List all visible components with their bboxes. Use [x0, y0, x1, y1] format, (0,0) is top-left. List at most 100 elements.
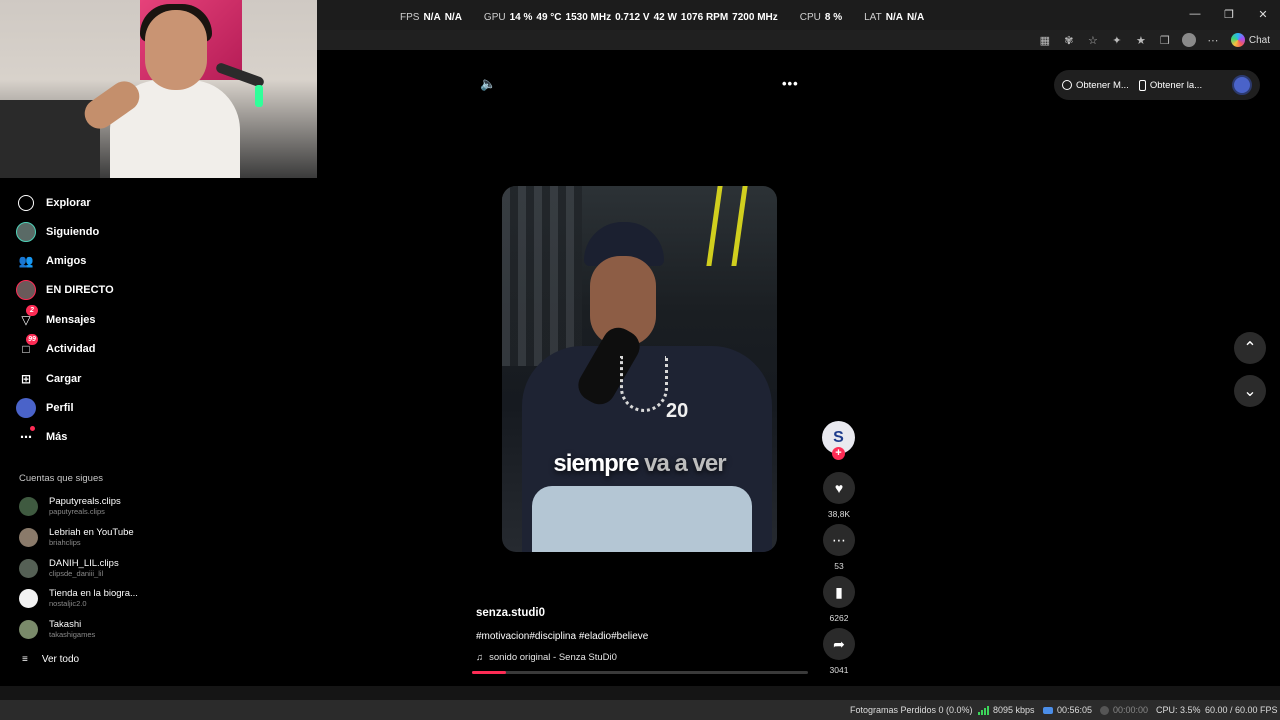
sidebar-item-label: Explorar	[46, 197, 91, 209]
account-handle: nostaljic2.0	[49, 599, 87, 608]
list-icon: ≡	[22, 654, 28, 665]
caption-main: siempre	[553, 450, 639, 477]
friends-icon: 👥	[18, 254, 34, 268]
record-time-value: 00:00:00	[1113, 705, 1149, 715]
gpu-mem-clock: 7200 MHz	[732, 12, 778, 23]
like-action: ♥ 38,8K	[822, 472, 856, 519]
sidebar-item-label: Cargar	[46, 373, 82, 385]
account-name: Takashi	[49, 619, 82, 630]
sidebar-item-explore[interactable]: Explorar	[16, 192, 91, 214]
bitrate-status: 8095 kbps	[978, 705, 1035, 715]
following-account[interactable]: Takashi takashigames	[19, 619, 95, 639]
comment-action: ⋯ 53	[822, 524, 856, 571]
account-handle: clipsde_daniii_lil	[49, 569, 104, 578]
music-note-icon: ♫	[476, 652, 484, 663]
gpu-label: GPU	[483, 12, 506, 23]
following-section-title: Cuentas que sigues	[19, 473, 103, 484]
cpu-label: CPU	[799, 12, 821, 23]
video-hashtags[interactable]: #motivacion#disciplina #eladio#believe	[476, 631, 648, 642]
copilot-icon	[1230, 33, 1245, 47]
chevron-up-icon: ⌃	[1243, 340, 1257, 357]
account-avatar	[19, 558, 38, 578]
obs-status-bar: Fotogramas Perdidos 0 (0.0%) 8095 kbps 0…	[0, 700, 1280, 720]
sidebar-item-messages[interactable]: ▽ 2 Mensajes	[16, 305, 96, 331]
favorite-star-icon[interactable]: ☆	[1085, 32, 1101, 48]
extensions-icon[interactable]: ✦	[1109, 32, 1125, 48]
video-sound[interactable]: ♫ sonido original - Senza StuDi0	[476, 652, 617, 663]
sidebar-item-following[interactable]: Siguiendo	[16, 221, 99, 243]
following-account[interactable]: Tienda en la biogra... nostaljic2.0	[19, 588, 138, 608]
sidebar-item-live[interactable]: EN DIRECTO	[16, 279, 114, 301]
record-icon	[1100, 705, 1109, 715]
account-avatar	[19, 496, 38, 516]
share-action: ➦ 3041	[822, 628, 856, 675]
copilot-chat-button[interactable]: Chat	[1229, 32, 1272, 48]
record-time: 00:00:00	[1100, 705, 1148, 715]
messages-icon: ▽ 2	[16, 305, 38, 330]
follow-plus-icon[interactable]: +	[832, 447, 845, 460]
minimize-icon[interactable]: —	[1178, 0, 1212, 28]
signal-bars-icon	[978, 705, 989, 715]
comment-icon[interactable]: ⋯	[823, 524, 855, 556]
profile-icon[interactable]	[1181, 32, 1197, 48]
messages-badge: 2	[26, 305, 38, 316]
profile-avatar-icon	[16, 398, 36, 418]
account-handle: takashigames	[49, 630, 96, 639]
video-caption: siempre va a ver	[502, 450, 777, 478]
get-app-label: Obtener la...	[1149, 79, 1203, 91]
comment-count: 53	[834, 561, 844, 571]
copilot-label: Chat	[1248, 34, 1270, 46]
sidebar-item-more[interactable]: ⋯ Más	[16, 426, 67, 448]
like-count: 38,8K	[827, 509, 851, 519]
share-count: 3041	[829, 665, 849, 675]
stream-time: 00:56:05	[1043, 705, 1092, 715]
video-progress-bar[interactable]	[472, 671, 808, 674]
following-account[interactable]: DANIH_LIL.clips clipsde_daniii_lil	[19, 558, 119, 578]
volume-icon[interactable]: 🔈	[480, 76, 498, 94]
sidebar-item-upload[interactable]: ⊞ Cargar	[16, 368, 82, 390]
previous-video-button[interactable]: ⌃	[1234, 332, 1266, 364]
lat-value-2: N/A	[906, 12, 925, 23]
share-icon[interactable]: ➦	[823, 628, 855, 660]
translate-icon[interactable]: ✾	[1061, 32, 1077, 48]
sidebar: Explorar Siguiendo 👥 Amigos EN DIRECTO ▽…	[0, 178, 160, 688]
get-coins-button[interactable]: Obtener M...	[1062, 80, 1129, 91]
gpu-voltage: 0.712 V	[615, 12, 650, 23]
following-account[interactable]: Lebriah en YouTube briahclips	[19, 527, 134, 547]
sidebar-item-label: Perfil	[46, 402, 74, 414]
cpu-usage: 8 %	[824, 12, 843, 23]
close-icon[interactable]: ✕	[1246, 0, 1280, 28]
dropped-frames: Fotogramas Perdidos 0 (0.0%)	[850, 705, 973, 715]
compass-icon	[16, 193, 36, 213]
sidebar-item-profile[interactable]: Perfil	[16, 397, 74, 419]
see-all-link[interactable]: ≡ Ver todo	[22, 654, 79, 665]
collections-icon[interactable]: ❒	[1157, 32, 1173, 48]
sidebar-item-friends[interactable]: 👥 Amigos	[16, 250, 87, 272]
sidebar-item-activity[interactable]: □ 99 Actividad	[16, 334, 96, 360]
heart-icon[interactable]: ♥	[823, 472, 855, 504]
toolbar-icons: ▦ ✾ ☆ ✦ ★ ❒ ⋯ Chat	[1037, 32, 1272, 48]
video-player[interactable]: 20 siempre va a ver	[502, 186, 777, 552]
stream-icon	[1043, 706, 1053, 714]
more-dots-icon: ⋯	[16, 426, 36, 447]
favorites-icon[interactable]: ★	[1133, 32, 1149, 48]
fps-label: FPS	[400, 12, 420, 23]
account-avatar	[19, 619, 38, 639]
bookmark-icon[interactable]: ▮	[823, 576, 855, 608]
account-handle: briahclips	[49, 538, 81, 547]
sidebar-item-label: Más	[46, 431, 68, 443]
fps-status: 60.00 / 60.00 FPS	[1205, 705, 1278, 715]
restore-icon[interactable]: ❐	[1212, 0, 1246, 28]
chevron-down-icon: ⌄	[1243, 383, 1257, 400]
more-options-icon[interactable]: •••	[782, 76, 799, 91]
user-avatar[interactable]	[1232, 75, 1252, 95]
get-app-button[interactable]: Obtener la...	[1138, 79, 1203, 91]
gpu-fan: 1076 RPM	[680, 12, 729, 23]
following-account[interactable]: Paputyreals.clips paputyreals.clips	[19, 496, 121, 516]
gpu-temp: 49 °C	[536, 12, 562, 23]
gpu-usage: 14 %	[509, 12, 533, 23]
more-icon[interactable]: ⋯	[1205, 32, 1221, 48]
video-username[interactable]: senza.studi0	[476, 607, 545, 619]
grid-icon[interactable]: ▦	[1037, 32, 1053, 48]
next-video-button[interactable]: ⌄	[1234, 375, 1266, 407]
